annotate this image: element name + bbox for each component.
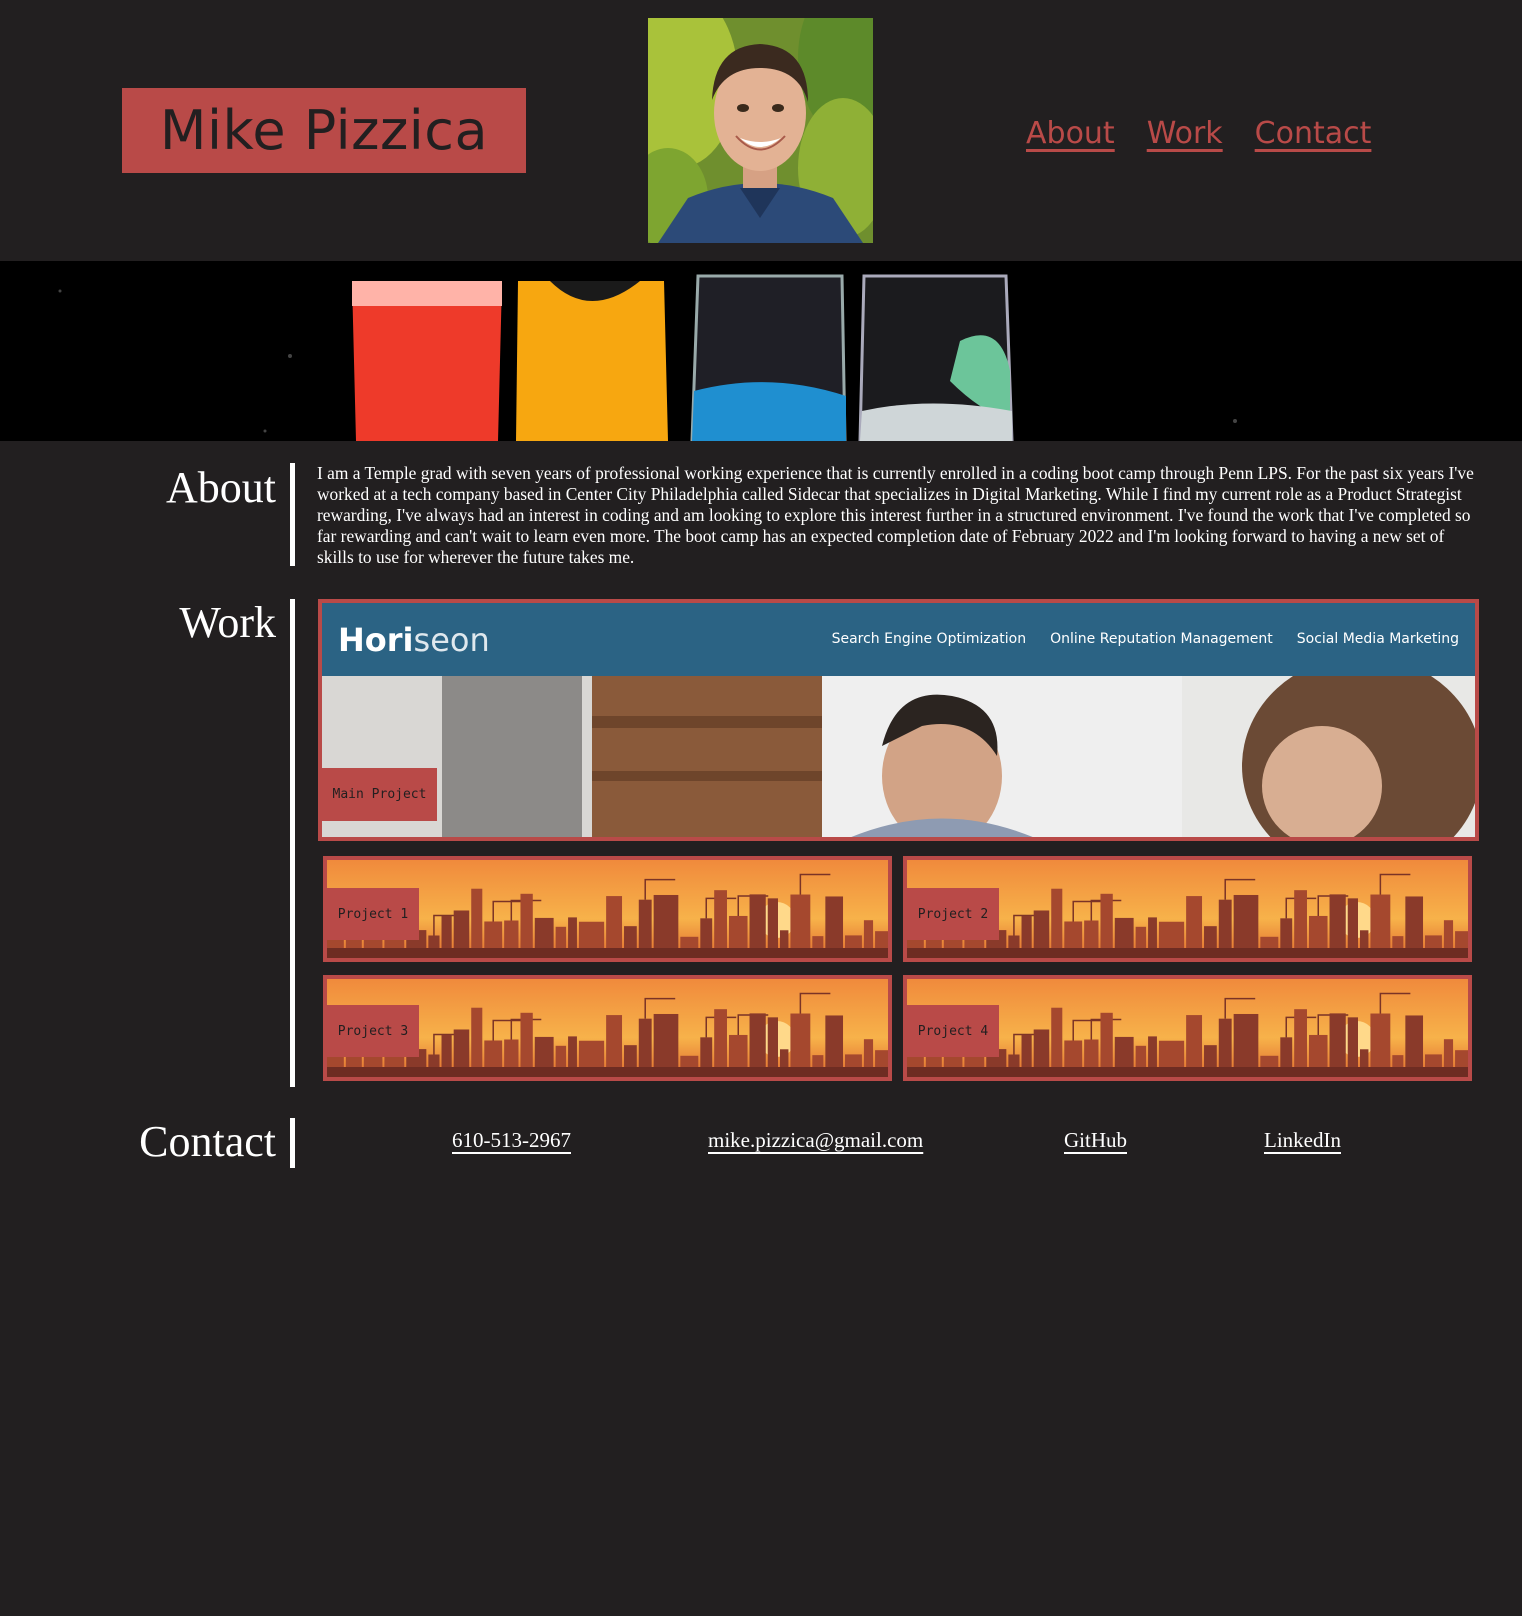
project-card-2[interactable]: Project 2 [903,856,1472,962]
horiseon-nav-item: Social Media Marketing [1296,631,1459,647]
header: Mike Pizzica About Work Contact [0,0,1522,261]
project-card-1[interactable]: Project 1 [323,856,892,962]
phone-link[interactable]: 610-513-2967 [452,1128,571,1153]
horiseon-logo: Horiseon [338,621,490,659]
linkedin-link[interactable]: LinkedIn [1264,1128,1341,1153]
project-label: Project 4 [907,1005,999,1057]
work-heading: Work [179,598,276,647]
project-card-3[interactable]: Project 3 [323,975,892,1081]
contact-divider [290,1118,295,1168]
project-label: Project 3 [327,1005,419,1057]
hero-banner [0,261,1522,441]
main-project-card[interactable]: Horiseon Search Engine Optimization Onli… [318,599,1479,841]
horiseon-nav-item: Online Reputation Management [1050,631,1273,647]
main-nav: About Work Contact [1026,116,1371,151]
about-text: I am a Temple grad with seven years of p… [317,463,1474,567]
site-title: Mike Pizzica [122,88,526,173]
nav-contact-link[interactable]: Contact [1255,116,1372,151]
project-card-4[interactable]: Project 4 [903,975,1472,1081]
main-project-label: Main Project [322,768,437,821]
about-heading: About [166,463,276,512]
nav-about-link[interactable]: About [1026,116,1115,151]
profile-photo [648,18,873,243]
horiseon-header: Horiseon Search Engine Optimization Onli… [322,603,1475,676]
nav-work-link[interactable]: Work [1147,116,1223,151]
project-label: Project 1 [327,888,419,940]
contact-heading: Contact [139,1117,276,1166]
work-divider [290,599,295,1087]
about-divider [290,463,295,566]
project-label: Project 2 [907,888,999,940]
github-link[interactable]: GitHub [1064,1128,1127,1153]
horiseon-nav-item: Search Engine Optimization [831,631,1027,647]
horiseon-nav: Search Engine Optimization Online Reputa… [832,631,1459,647]
email-link[interactable]: mike.pizzica@gmail.com [708,1128,923,1153]
main-project-photo [322,656,1475,837]
